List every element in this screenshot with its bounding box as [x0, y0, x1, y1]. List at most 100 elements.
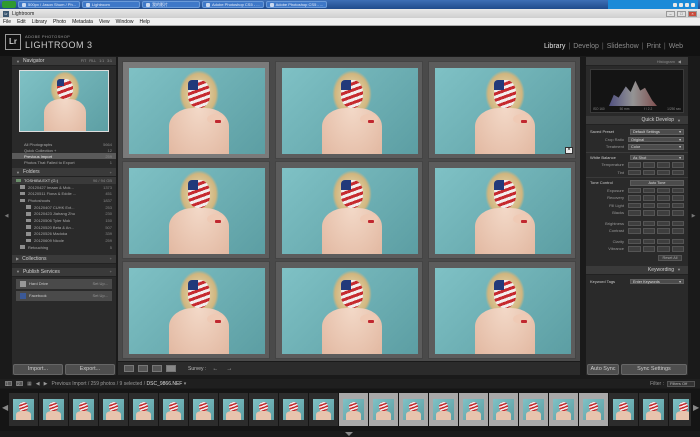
filter-select[interactable]: Filters Off — [667, 380, 695, 387]
filmstrip-frame[interactable] — [9, 393, 38, 426]
close-icon[interactable]: × — [565, 147, 573, 154]
keywording-header[interactable]: Keywording ▼ — [586, 265, 688, 275]
arrow-left-icon[interactable]: ◀ — [36, 381, 40, 387]
filmstrip-frame[interactable] — [189, 393, 218, 426]
photo-thumbnail[interactable] — [553, 399, 574, 420]
photo-thumbnail[interactable] — [43, 399, 64, 420]
filmstrip-frame[interactable] — [99, 393, 128, 426]
nav-1-1[interactable]: 1:1 — [99, 59, 104, 63]
filmstrip-toggle[interactable] — [340, 431, 358, 437]
menu-metadata[interactable]: Metadata — [72, 19, 93, 25]
menu-file[interactable]: File — [3, 19, 11, 25]
crop-ratio-select[interactable]: Original ▾ — [628, 136, 684, 142]
survey-view-icon[interactable] — [166, 365, 176, 372]
navigator-preview[interactable] — [19, 70, 109, 132]
filmstrip-frame-selected[interactable] — [579, 393, 608, 426]
filmstrip-source-path[interactable]: Previous Import / 259 photos / 9 selecte… — [51, 381, 186, 387]
vibrance-steppers[interactable] — [628, 246, 684, 252]
folder-row[interactable]: 20120427 Imaan & Mok... 1373 — [12, 184, 116, 191]
photo-thumbnail[interactable] — [223, 399, 244, 420]
photo-thumbnail[interactable] — [493, 399, 514, 420]
add-icon[interactable]: + — [110, 269, 112, 274]
volume-toshiba[interactable]: TOSHIBA EXT (G:) 96 / 94 GB — [12, 177, 116, 184]
grid-cell[interactable] — [122, 261, 270, 359]
photo-thumbnail[interactable] — [435, 68, 571, 154]
taskbar-item-videos[interactable]: 我的影片 — [142, 1, 200, 8]
quick-develop-header[interactable]: Quick Develop ▼ — [586, 116, 688, 125]
add-icon[interactable]: + — [110, 256, 112, 261]
second-window-icon[interactable]: 2 — [16, 381, 23, 388]
filmstrip-frame-selected[interactable] — [549, 393, 578, 426]
filmstrip-frame[interactable] — [609, 393, 638, 426]
photo-thumbnail[interactable] — [403, 399, 424, 420]
photo-thumbnail[interactable] — [373, 399, 394, 420]
module-web[interactable]: Web — [666, 43, 686, 50]
tint-steppers[interactable] — [628, 169, 684, 175]
photo-thumbnail[interactable] — [613, 399, 634, 420]
arrow-left-icon[interactable]: ← — [212, 366, 218, 372]
photo-thumbnail[interactable] — [583, 399, 604, 420]
publish-hard-drive[interactable]: Hard Drive Set Up... — [16, 278, 112, 289]
filmstrip-frame[interactable] — [129, 393, 158, 426]
folder-row[interactable]: 20120407 CUHK Ext... 253 — [12, 204, 116, 211]
taskbar-item-500px[interactable]: 500px / Jason Shum / Ph... — [18, 1, 80, 8]
menu-library[interactable]: Library — [32, 19, 47, 25]
photo-thumbnail[interactable] — [73, 399, 94, 420]
filmstrip-frame-selected[interactable] — [489, 393, 518, 426]
reset-all-button[interactable]: Reset All — [658, 254, 682, 261]
photo-thumbnail[interactable] — [103, 399, 124, 420]
collections-header[interactable]: ▶ Collections + — [12, 254, 116, 264]
histogram-header[interactable]: Histogram ◀ — [586, 57, 688, 66]
photo-thumbnail[interactable] — [433, 399, 454, 420]
photo-thumbnail[interactable] — [282, 168, 418, 254]
right-panel-toggle[interactable]: ▶ — [691, 210, 696, 222]
menu-help[interactable]: Help — [139, 19, 149, 25]
sync-settings-button[interactable]: Sync Settings — [621, 364, 687, 375]
compare-view-icon[interactable] — [152, 365, 162, 372]
blacks-steppers[interactable] — [628, 210, 684, 216]
export-button[interactable]: Export... — [65, 364, 115, 375]
minimize-button[interactable]: – — [666, 10, 675, 17]
taskbar-item-photoshop-1[interactable]: Adobe Photoshop CS5 - ... — [202, 1, 264, 8]
folder-row[interactable]: Photoshoots 1837 — [12, 197, 116, 204]
menu-photo[interactable]: Photo — [53, 19, 66, 25]
publish-facebook[interactable]: Facebook Set Up... — [16, 290, 112, 301]
folder-row[interactable]: 20120526 Madoka 339 — [12, 231, 116, 238]
filmstrip-frame[interactable] — [159, 393, 188, 426]
brightness-steppers[interactable] — [628, 220, 684, 226]
temperature-steppers[interactable] — [628, 162, 684, 168]
photo-thumbnail[interactable] — [129, 268, 265, 354]
photo-thumbnail[interactable] — [282, 268, 418, 354]
photo-thumbnail[interactable] — [282, 68, 418, 154]
photo-thumbnail[interactable] — [313, 399, 334, 420]
auto-sync-button[interactable]: Auto Sync — [587, 364, 619, 375]
photo-thumbnail[interactable] — [283, 399, 304, 420]
menu-view[interactable]: View — [99, 19, 110, 25]
grid-cell[interactable] — [428, 261, 576, 359]
grid-cell[interactable] — [122, 61, 270, 159]
folder-row[interactable]: 20120511 Fiona & Eddie ... 451 — [12, 190, 116, 197]
treatment-select[interactable]: Color ▾ — [628, 144, 684, 150]
photo-thumbnail[interactable] — [523, 399, 544, 420]
photo-thumbnail[interactable] — [435, 268, 571, 354]
grid-view[interactable]: × — [118, 57, 580, 361]
second-window-icon[interactable]: 1 — [5, 381, 12, 388]
grid-cell[interactable] — [275, 61, 423, 159]
arrow-right-icon[interactable]: ▶ — [44, 381, 48, 387]
filmstrip-frame-selected[interactable] — [399, 393, 428, 426]
add-icon[interactable]: + — [110, 170, 112, 175]
filmstrip-frame-selected[interactable] — [429, 393, 458, 426]
arrow-right-icon[interactable]: → — [226, 366, 232, 372]
module-develop[interactable]: Develop — [570, 43, 602, 50]
photo-thumbnail[interactable] — [163, 399, 184, 420]
clarity-steppers[interactable] — [628, 238, 684, 244]
chevron-left-icon[interactable]: ◀ — [2, 403, 8, 412]
folder-row[interactable]: 20120520 Beta & An... 507 — [12, 224, 116, 231]
maximize-button[interactable]: □ — [677, 10, 686, 17]
module-print[interactable]: Print — [643, 43, 663, 50]
folder-row[interactable]: 20120609 Nicole 259 — [12, 237, 116, 244]
grid-icon[interactable]: ▦ — [27, 381, 32, 387]
photo-thumbnail[interactable] — [463, 399, 484, 420]
folders-header[interactable]: ▼ Folders + — [12, 168, 116, 177]
photo-thumbnail[interactable] — [129, 168, 265, 254]
